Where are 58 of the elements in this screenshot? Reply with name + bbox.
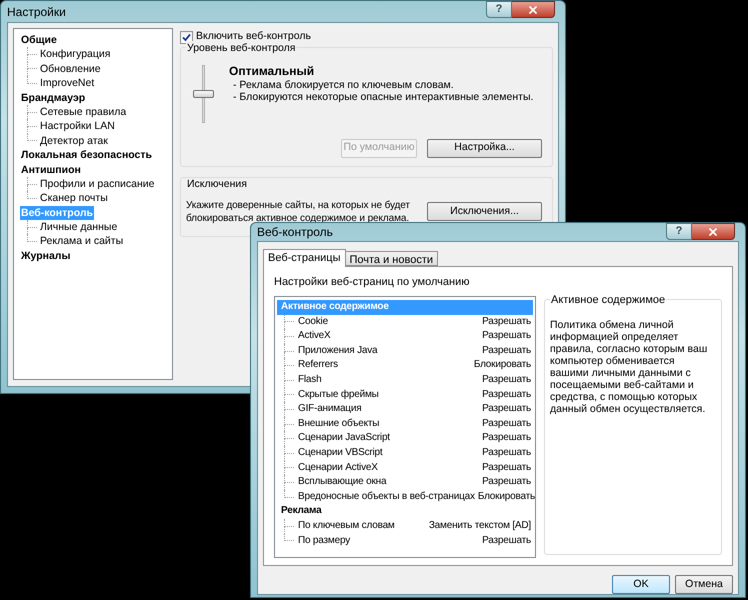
- tree-item[interactable]: Профили и расписание: [39, 176, 156, 192]
- tree-item[interactable]: Детектор атак: [39, 134, 109, 148]
- list-category[interactable]: Реклама: [277, 504, 533, 519]
- checkbox-label: Включить веб-контроль: [196, 29, 311, 43]
- tree-item[interactable]: Конфигурация: [39, 47, 112, 62]
- list-row[interactable]: По ключевым словам Заменить текстом [AD]: [277, 518, 533, 534]
- tree-item[interactable]: ImproveNet: [39, 76, 96, 91]
- list-row[interactable]: ActiveX Разрешать: [277, 329, 533, 344]
- tree-item[interactable]: Настройки LAN: [39, 119, 116, 134]
- close-icon: [707, 226, 719, 238]
- info-description: Политика обмена личной информацией определяет правила, согласно которым ваш компьютер обменивается вашими личными данными с посещаемыми веб-сайтами и средства, с помощью которых данный обмен осуществляется.: [550, 318, 708, 414]
- window-title: Настройки: [7, 4, 66, 20]
- close-button[interactable]: [512, 1, 555, 18]
- list-row[interactable]: Сценарии ActiveX Разрешать: [277, 460, 533, 476]
- level-slider[interactable]: [190, 62, 216, 125]
- list-row[interactable]: GIF-анимация Разрешать: [277, 402, 533, 417]
- help-button[interactable]: ?: [666, 223, 692, 240]
- list-row[interactable]: Сценарии VBScript Разрешать: [277, 446, 533, 461]
- tree-category[interactable]: Локальная безопасность: [20, 148, 153, 163]
- tree-item[interactable]: Личные данные: [39, 220, 118, 234]
- level-description: - Блокируются некоторые опасные интерактивные элементы.: [233, 90, 534, 103]
- group-title: Активное содержимое: [550, 292, 666, 308]
- list-row[interactable]: Скрытые фреймы Разрешать: [277, 388, 533, 402]
- list-caption: Настройки веб-страниц по умолчанию: [274, 275, 470, 289]
- tab[interactable]: Почта и новости: [344, 251, 438, 266]
- exceptions-description: Укажите доверенные сайты, на которых не будет блокироваться активное содержимое и реклама.: [186, 198, 411, 225]
- level-description: - Реклама блокируется по ключевым словам.: [233, 78, 455, 91]
- exceptions-button[interactable]: Исключения...: [427, 202, 542, 222]
- close-icon: [527, 4, 539, 16]
- tree-category[interactable]: Брандмауэр: [20, 90, 86, 105]
- tree-item[interactable]: Сканер почты: [39, 191, 109, 206]
- list-row[interactable]: Приложения Java Разрешать: [277, 344, 533, 358]
- list-row[interactable]: По размеру Разрешать: [277, 534, 533, 548]
- level-name: Оптимальный: [229, 62, 316, 79]
- dialog-button[interactable]: OK: [612, 575, 670, 594]
- list-row[interactable]: Flash Разрешать: [277, 372, 533, 388]
- tree-category[interactable]: Антишпион: [20, 162, 82, 177]
- list-row[interactable]: Внешние объекты Разрешать: [277, 416, 533, 432]
- tree-category[interactable]: Журналы: [20, 248, 72, 264]
- tab[interactable]: Веб-страницы: [263, 249, 346, 267]
- list-row[interactable]: Всплывающие окна Разрешать: [277, 475, 533, 490]
- list-row[interactable]: Cookie Разрешать: [277, 314, 533, 330]
- tree-category[interactable]: Общие: [20, 33, 58, 48]
- window-title: Веб-контроль: [257, 224, 333, 241]
- slider-thumb[interactable]: [193, 90, 214, 98]
- list-row[interactable]: Вредоносные объекты в веб-страницах Блокировать: [277, 490, 533, 504]
- dialog-button[interactable]: Настройка...: [427, 138, 542, 158]
- dialog-button[interactable]: Отмена: [675, 575, 733, 594]
- checkbox[interactable]: [180, 30, 193, 44]
- list-row[interactable]: Referrers Блокировать: [277, 358, 533, 373]
- close-button[interactable]: [692, 223, 735, 240]
- list-row[interactable]: Сценарии JavaScript Разрешать: [277, 431, 533, 446]
- checkmark-icon: [182, 32, 191, 42]
- help-button[interactable]: ?: [486, 1, 512, 18]
- group-title: Исключения: [186, 177, 248, 192]
- tree-item[interactable]: Обновление: [39, 62, 102, 76]
- tree-item[interactable]: Сетевые правила: [39, 104, 128, 120]
- tree-item[interactable]: Реклама и сайты: [39, 234, 124, 249]
